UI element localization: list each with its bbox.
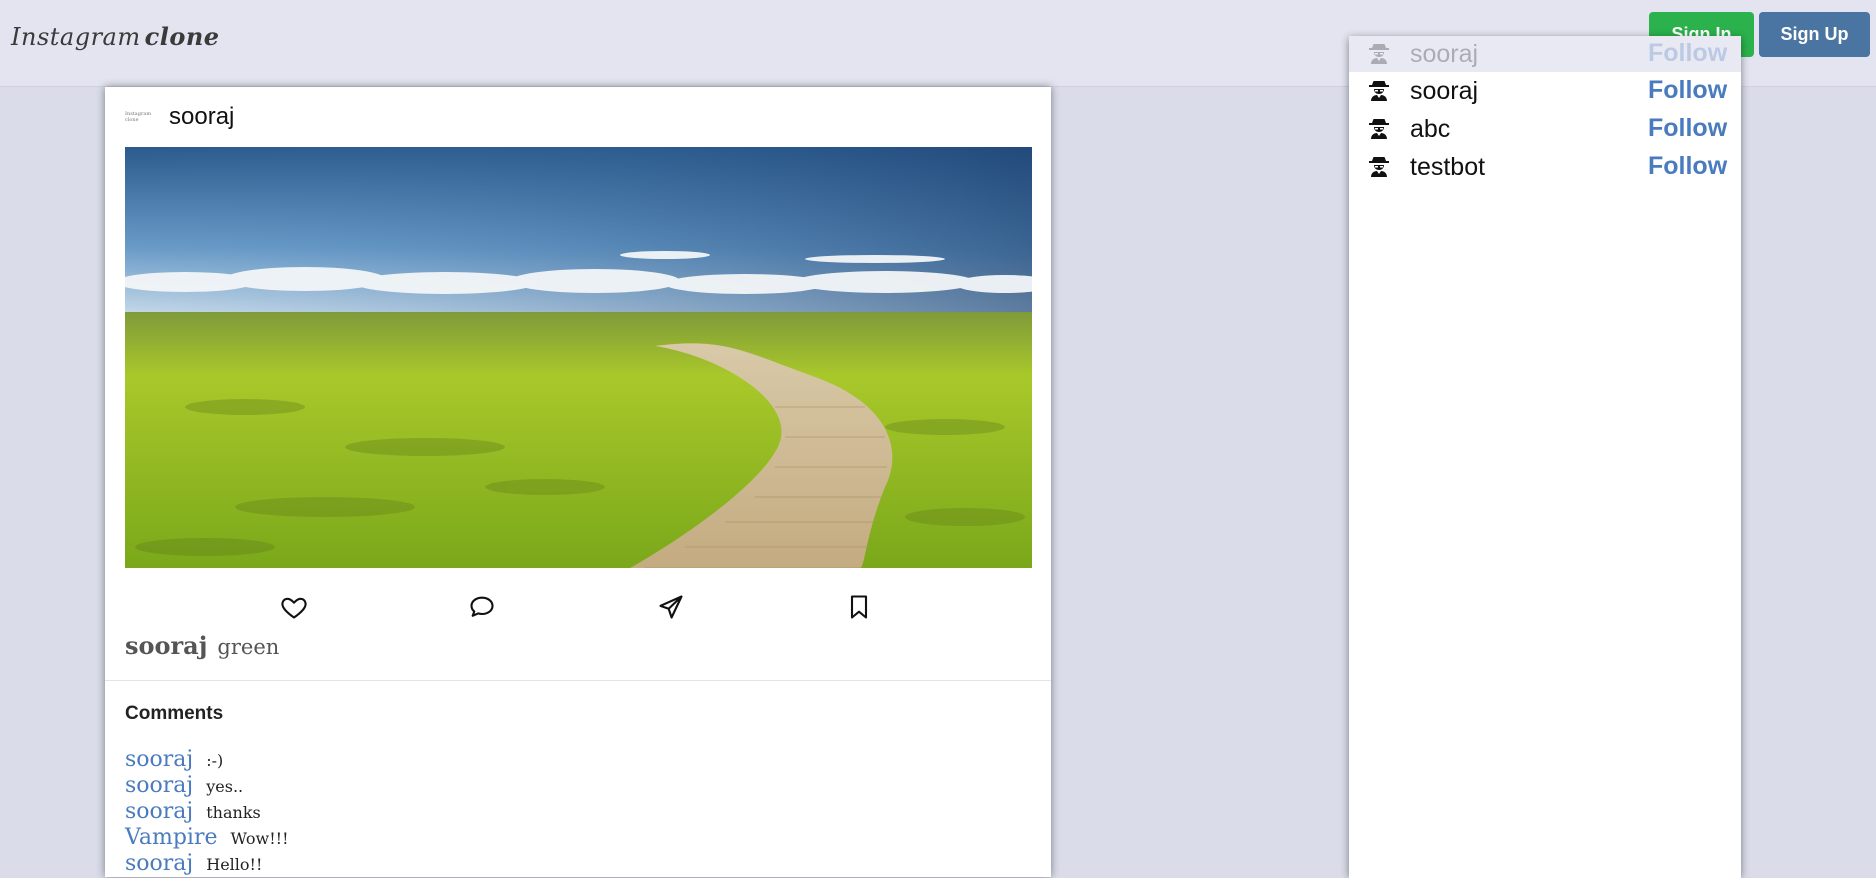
post-card: Instagram clone sooraj sooraj green Comm… [105, 87, 1051, 877]
suggestion-item: sooraj Follow [1349, 73, 1741, 109]
suggestion-username[interactable]: sooraj [1410, 77, 1478, 106]
post-header: Instagram clone sooraj [125, 101, 234, 133]
comment-item: sooraj yes.. [125, 773, 289, 799]
comment-text: Hello!! [206, 855, 263, 874]
comment-username[interactable]: Vampire [125, 825, 218, 850]
user-secret-icon [1369, 81, 1389, 101]
bookmark-icon[interactable] [845, 593, 873, 621]
suggestion-username[interactable]: sooraj [1410, 40, 1478, 69]
brand-logo[interactable]: Instagram clone [11, 22, 220, 51]
heart-icon[interactable] [280, 593, 308, 621]
comment-icon[interactable] [468, 593, 496, 621]
comment-item: Vampire Wow!!! [125, 825, 289, 851]
post-caption: sooraj green [125, 631, 279, 660]
follow-button[interactable]: Follow [1648, 39, 1727, 68]
caption-username[interactable]: sooraj [125, 631, 207, 660]
brand-text-suffix: clone [144, 22, 220, 51]
comments-list: sooraj :-) sooraj yes.. sooraj thanks Vampire W… [125, 747, 289, 877]
comment-username[interactable]: sooraj [125, 799, 193, 824]
sign-up-button[interactable]: Sign Up [1759, 12, 1870, 57]
comment-item: sooraj Hello!! [125, 851, 289, 877]
brand-text: Instagram [11, 23, 141, 51]
suggestions-panel: sooraj Follow sooraj Follow abc Follow testbot… [1349, 36, 1741, 878]
comment-username[interactable]: sooraj [125, 851, 193, 876]
send-icon[interactable] [657, 593, 685, 621]
divider [105, 680, 1051, 681]
follow-button[interactable]: Follow [1648, 114, 1727, 143]
avatar: Instagram clone [125, 111, 152, 123]
suggestion-item: testbot Follow [1349, 149, 1741, 185]
user-secret-icon [1369, 119, 1389, 139]
comment-text: thanks [206, 803, 261, 822]
suggestion-item: abc Follow [1349, 111, 1741, 147]
follow-button[interactable]: Follow [1648, 152, 1727, 181]
comment-text: :-) [206, 751, 224, 770]
suggestion-item: sooraj Follow [1349, 36, 1741, 72]
suggestion-username[interactable]: testbot [1410, 153, 1485, 182]
caption-text: green [217, 635, 280, 659]
comments-title: Comments [125, 703, 224, 724]
comment-text: yes.. [206, 777, 244, 796]
comment-item: sooraj :-) [125, 747, 289, 773]
comment-item: sooraj thanks [125, 799, 289, 825]
follow-button[interactable]: Follow [1648, 76, 1727, 105]
post-username[interactable]: sooraj [169, 103, 234, 131]
post-image [125, 147, 1032, 568]
comment-username[interactable]: sooraj [125, 773, 193, 798]
user-secret-icon [1369, 157, 1389, 177]
user-secret-icon [1369, 44, 1389, 64]
suggestion-username[interactable]: abc [1410, 115, 1450, 144]
comment-username[interactable]: sooraj [125, 747, 193, 772]
comment-text: Wow!!! [230, 829, 289, 848]
